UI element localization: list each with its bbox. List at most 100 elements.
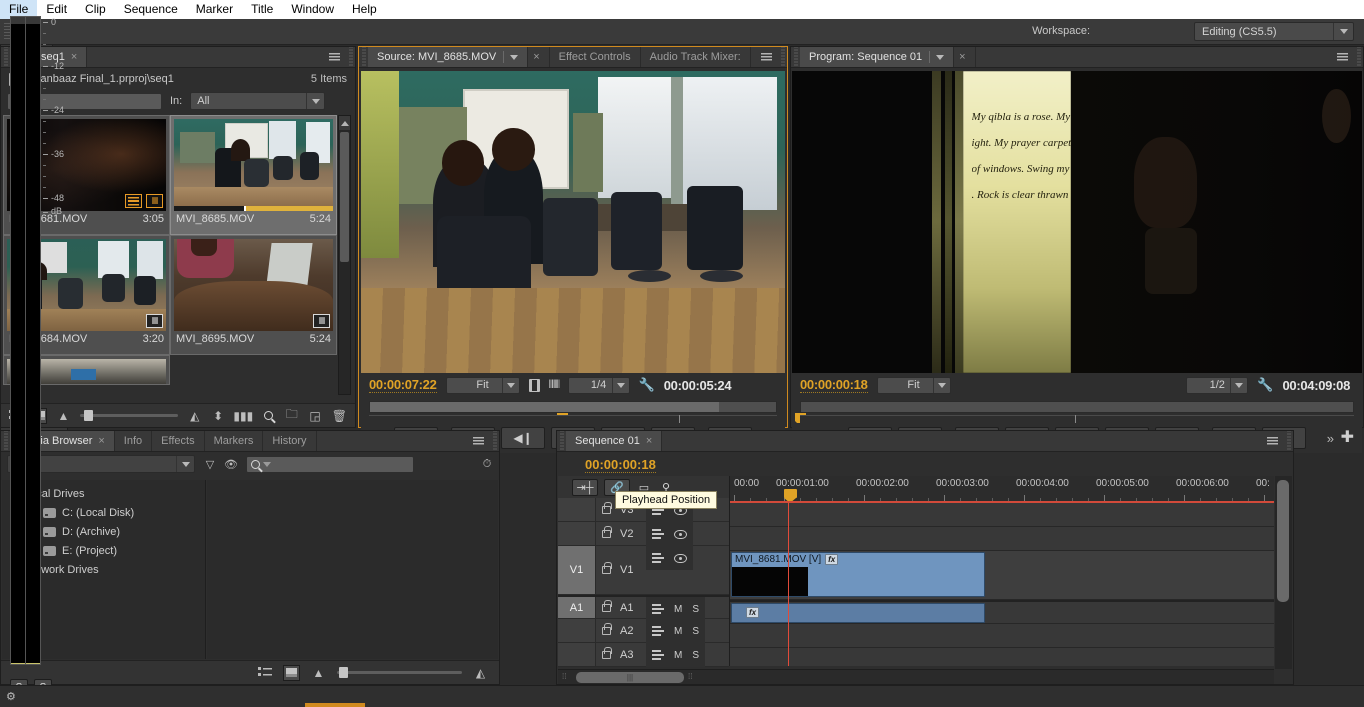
lock-icon[interactable] xyxy=(602,646,612,659)
settings-wrench-icon[interactable]: 🔧 xyxy=(1257,377,1273,393)
fx-badge-icon[interactable]: fx xyxy=(746,607,759,618)
track-row-v1[interactable]: MVI_8681.MOV [V] fx xyxy=(730,551,1274,600)
thumbnail-view-icon[interactable] xyxy=(283,664,300,681)
sync-icon[interactable] xyxy=(652,626,664,636)
panel-grip[interactable] xyxy=(557,431,566,451)
close-icon[interactable]: × xyxy=(646,435,652,447)
sync-icon[interactable] xyxy=(652,553,664,563)
panel-menu-icon[interactable] xyxy=(1260,431,1284,451)
menu-item-title[interactable]: Title xyxy=(242,0,282,19)
bin-scrollbar[interactable] xyxy=(338,115,351,395)
tab-program-sequence[interactable]: Program: Sequence 01 xyxy=(800,47,955,67)
timeline-current-time[interactable]: 00:00:00:18 xyxy=(585,457,656,473)
sort-icon[interactable]: ⬍ xyxy=(211,408,224,424)
recent-icon[interactable]: ⏱ xyxy=(481,458,493,470)
track-row-a3[interactable] xyxy=(730,648,1274,666)
timeline-track-area[interactable]: MVI_8681.MOV [V] fx fx xyxy=(730,503,1274,666)
panel-menu-icon[interactable] xyxy=(1330,47,1354,67)
mute-button[interactable]: M xyxy=(674,626,682,637)
step-back-button[interactable]: ◀❙ xyxy=(501,427,545,449)
thumbnail-size-slider[interactable] xyxy=(80,410,179,421)
tab-effects[interactable]: Effects xyxy=(152,431,205,451)
menu-item-sequence[interactable]: Sequence xyxy=(115,0,187,19)
timeline-ruler[interactable]: 00:00 00:00:01:00 00:00:02:00 00:00:03:0… xyxy=(730,476,1274,502)
track-header-v1[interactable]: V1 V1 xyxy=(558,546,729,595)
more-buttons-icon[interactable]: » xyxy=(1327,431,1334,446)
panel-grip-right[interactable] xyxy=(1284,431,1293,451)
lock-icon[interactable] xyxy=(602,599,612,612)
chevron-down-icon[interactable] xyxy=(503,51,519,63)
chevron-down-icon[interactable] xyxy=(263,461,271,467)
thumbnail-size-slider[interactable] xyxy=(337,667,462,678)
track-header-a3[interactable]: A3 M S xyxy=(558,643,729,667)
program-video-preview[interactable]: My qibla is a rose. My ight. My prayer c… xyxy=(792,71,1362,373)
sync-icon[interactable] xyxy=(652,604,664,614)
tab-audio-track-mixer[interactable]: Audio Track Mixer: xyxy=(640,47,751,67)
source-scrubber[interactable] xyxy=(361,397,785,426)
new-bin-icon[interactable]: 🗀 xyxy=(285,407,298,424)
scroll-thumb[interactable] xyxy=(576,671,684,683)
source-fit-selector[interactable]: Fit xyxy=(445,376,520,394)
panel-grip-right[interactable] xyxy=(346,47,355,67)
source-current-time[interactable]: 00:00:07:22 xyxy=(369,377,437,393)
timeline-horizontal-scrollbar[interactable]: ⁞⁞ ⁞⁞ xyxy=(558,669,1274,684)
program-current-time[interactable]: 00:00:00:18 xyxy=(800,377,868,393)
panel-grip[interactable] xyxy=(1,47,10,67)
lock-icon[interactable] xyxy=(602,562,612,574)
program-fit-selector[interactable]: Fit xyxy=(876,376,951,394)
track-row-a2[interactable] xyxy=(730,624,1274,648)
timeline-vertical-scrollbar[interactable] xyxy=(1275,476,1292,669)
tab-effect-controls[interactable]: Effect Controls xyxy=(549,47,641,67)
source-patch-v2[interactable] xyxy=(558,522,596,545)
mute-button[interactable]: M xyxy=(674,650,682,661)
button-editor-icon[interactable]: ✚ xyxy=(1341,430,1354,446)
panel-grip[interactable] xyxy=(1,431,10,451)
panel-grip-right[interactable] xyxy=(778,47,787,67)
menu-item-window[interactable]: Window xyxy=(282,0,343,19)
source-patch-v1[interactable]: V1 xyxy=(558,546,596,594)
workspace-selector[interactable]: Editing (CS5.5) xyxy=(1194,22,1354,41)
panel-grip-right[interactable] xyxy=(490,431,499,451)
tab-history[interactable]: History xyxy=(263,431,317,451)
source-quality-selector[interactable]: 1/4 xyxy=(567,376,630,394)
chevron-down-icon[interactable] xyxy=(929,51,945,63)
chevron-down-icon[interactable] xyxy=(1230,377,1247,393)
program-scrub-track[interactable] xyxy=(800,401,1354,413)
scroll-up-icon[interactable] xyxy=(339,116,350,130)
solo-button[interactable]: S xyxy=(692,604,699,615)
close-icon[interactable]: × xyxy=(71,51,77,63)
sync-icon[interactable] xyxy=(652,529,664,539)
panel-menu-icon[interactable] xyxy=(466,431,490,451)
gear-icon[interactable]: ⚙ xyxy=(6,690,16,703)
tab-markers[interactable]: Markers xyxy=(204,431,264,451)
visibility-eye-icon[interactable]: 👁 xyxy=(224,458,238,471)
source-close-icon[interactable]: × xyxy=(528,47,550,67)
filter-funnel-icon[interactable]: ▽ xyxy=(204,458,216,471)
snap-toggle-button[interactable]: ⇥┼ xyxy=(572,478,598,496)
program-scrubber[interactable] xyxy=(792,397,1362,426)
solo-button[interactable]: S xyxy=(692,650,699,661)
tab-source-clip[interactable]: Source: MVI_8685.MOV xyxy=(368,47,529,67)
zoom-in-icon[interactable]: ◭ xyxy=(472,665,489,681)
track-header-a2[interactable]: A2 M S xyxy=(558,619,729,643)
panel-grip[interactable] xyxy=(791,47,800,67)
chevron-down-icon[interactable] xyxy=(501,377,519,393)
panel-menu-icon[interactable] xyxy=(754,47,778,67)
chevron-down-icon[interactable] xyxy=(1333,23,1353,40)
track-row-v2[interactable] xyxy=(730,527,1274,551)
eye-icon[interactable] xyxy=(674,529,687,539)
media-browser-content[interactable] xyxy=(207,480,498,659)
source-patch-v3[interactable] xyxy=(558,498,596,521)
solo-button[interactable]: S xyxy=(692,626,699,637)
fx-badge-icon[interactable]: fx xyxy=(825,554,839,565)
chevron-down-icon[interactable] xyxy=(306,93,324,109)
program-quality-selector[interactable]: 1/2 xyxy=(1186,376,1249,394)
track-row-v3[interactable] xyxy=(730,503,1274,527)
track-header-v2[interactable]: V2 xyxy=(558,522,729,546)
delete-icon[interactable]: 🗑 xyxy=(332,408,347,424)
source-video-preview[interactable] xyxy=(361,71,785,373)
panel-grip-right[interactable] xyxy=(1354,47,1363,67)
track-row-a1[interactable]: fx xyxy=(730,600,1274,624)
chevron-down-icon[interactable] xyxy=(176,456,194,472)
track-header-a1[interactable]: A1 A1 M S xyxy=(558,595,729,621)
